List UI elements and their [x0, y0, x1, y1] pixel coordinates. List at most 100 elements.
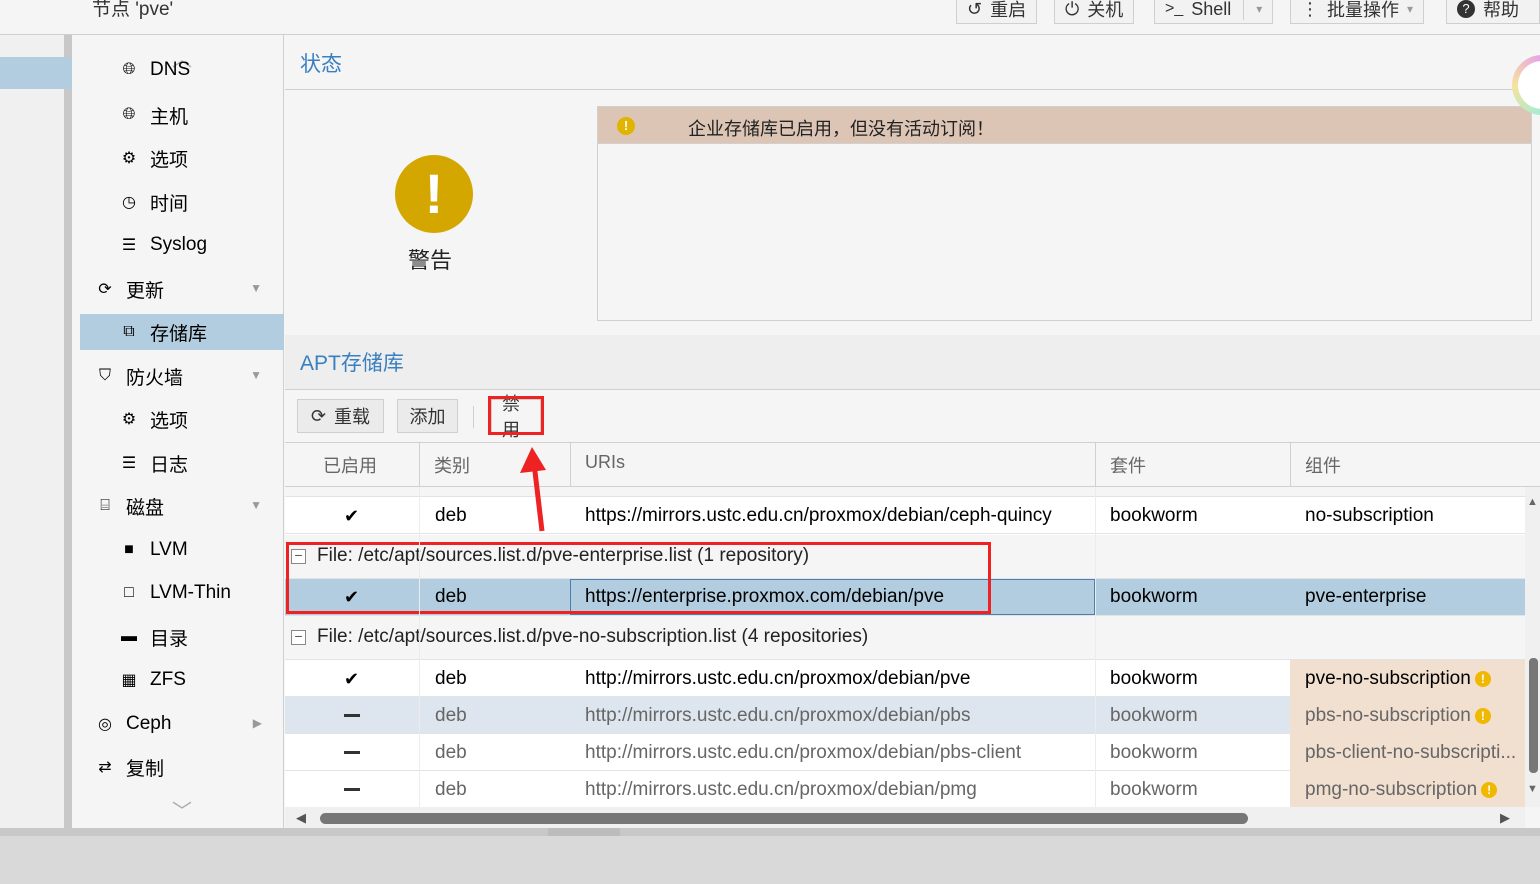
globe-icon: 🌐︎ — [122, 61, 136, 78]
scroll-down-icon[interactable]: ▼ — [1527, 783, 1538, 795]
nav-item-firewall-options[interactable]: ⚙ 选项 — [80, 401, 284, 437]
chevron-down-icon[interactable]: ﹀ — [172, 795, 192, 824]
annotation-highlight-box — [488, 396, 544, 435]
nav-item-syslog[interactable]: ☰ Syslog — [80, 227, 284, 263]
folder-icon: ▬ — [121, 628, 137, 645]
caret-down-icon: ▼ — [250, 281, 262, 295]
shell-label: Shell — [1191, 0, 1232, 19]
clock-icon: ◷ — [122, 194, 136, 211]
node-title: 节点 'pve' — [92, 0, 174, 20]
nav-item-label: DNS — [150, 59, 191, 80]
cell-suite: bookworm — [1110, 705, 1198, 726]
dash-icon — [344, 788, 360, 791]
cell-uri: http://mirrors.ustc.edu.cn/proxmox/debia… — [585, 742, 1022, 763]
terminal-icon: >_ — [1165, 0, 1184, 17]
toolbar-separator — [473, 406, 474, 428]
cell-type: deb — [435, 779, 467, 800]
nav-item-label: LVM — [150, 539, 188, 560]
column-header-uris[interactable]: URIs — [585, 452, 625, 473]
column-divider — [419, 487, 420, 807]
caret-right-icon: ▶ — [252, 716, 262, 730]
nav-item-label: 选项 — [150, 410, 189, 432]
resource-tree-strip — [0, 0, 72, 828]
ceph-icon: ◎ — [98, 716, 112, 733]
nav-item-replication[interactable]: ⇄ 复制 — [80, 749, 284, 785]
column-header-enabled[interactable]: 已启用 — [323, 452, 377, 478]
bulk-actions-button[interactable]: ⋮ 批量操作 ▾ — [1290, 0, 1425, 24]
list-icon: ☰ — [121, 455, 137, 472]
reload-label: 重载 — [334, 407, 371, 427]
resource-tree-selected-row[interactable] — [0, 57, 72, 89]
copy-icon: ⧉ — [123, 323, 135, 340]
nav-item-updates[interactable]: ⟳ 更新 ▼ — [80, 271, 284, 307]
chevron-down-icon: ▾ — [1407, 2, 1414, 16]
refresh-icon: ⟳ — [98, 281, 112, 298]
grid-icon: ▦ — [121, 672, 137, 689]
nav-item-lvm-thin[interactable]: □ LVM-Thin — [80, 575, 284, 611]
nav-item-disks[interactable]: ⌸ 磁盘 ▼ — [80, 488, 284, 524]
nav-item-firewall[interactable]: ⛉ 防火墙 ▼ — [80, 358, 284, 394]
scroll-right-icon[interactable]: ▶ — [1500, 810, 1510, 826]
column-header-suites[interactable]: 套件 — [1110, 452, 1146, 478]
help-button[interactable]: ? 帮助 — [1446, 0, 1540, 24]
cell-component: pve-no-subscription! — [1305, 668, 1491, 690]
nav-item-ceph[interactable]: ◎ Ceph ▶ — [80, 706, 284, 742]
collapse-icon[interactable]: − — [291, 629, 306, 645]
nav-item-firewall-log[interactable]: ☰ 日志 — [80, 445, 284, 481]
power-icon: ⏻ — [1065, 0, 1080, 19]
bottom-log-panel — [0, 828, 1540, 884]
shell-button[interactable]: >_ Shell ▾ — [1154, 0, 1274, 24]
scroll-up-icon[interactable]: ▲ — [1527, 496, 1538, 508]
reboot-label: 重启 — [990, 0, 1027, 20]
nav-item-repositories[interactable]: ⧉ 存储库 — [80, 314, 284, 350]
refresh-icon: ⟳ — [310, 405, 327, 426]
horizontal-scroll-thumb[interactable] — [320, 813, 1248, 824]
nav-item-label: ZFS — [150, 669, 186, 690]
scroll-left-icon[interactable]: ◀ — [296, 810, 306, 826]
cell-suite: bookworm — [1110, 668, 1198, 689]
cell-uri: http://mirrors.ustc.edu.cn/proxmox/debia… — [585, 668, 971, 689]
column-divider — [1095, 443, 1096, 487]
gear-icon: ⚙ — [121, 150, 137, 167]
cell-type: deb — [435, 668, 467, 689]
cell-component: pbs-no-subscription! — [1305, 705, 1491, 727]
retweet-icon: ⇄ — [98, 759, 112, 776]
add-button[interactable]: 添加 — [397, 399, 458, 433]
check-icon: ✔ — [344, 669, 360, 689]
warning-circle-icon: ! — [617, 117, 635, 135]
component-text: pve-no-subscription — [1305, 668, 1471, 689]
cell-component: pmg-no-subscription! — [1305, 779, 1498, 801]
cell-uri: http://mirrors.ustc.edu.cn/proxmox/debia… — [585, 705, 971, 726]
ellipsis-vertical-icon: ⋮ — [1301, 0, 1319, 19]
nav-item-dns[interactable]: 🌐︎ DNS — [80, 52, 284, 88]
component-text: pbs-no-subscription — [1305, 705, 1471, 726]
resize-handle[interactable] — [548, 828, 620, 836]
chevron-down-icon[interactable]: ▾ — [1256, 2, 1262, 16]
vertical-scroll-thumb[interactable] — [1529, 658, 1538, 773]
help-label: 帮助 — [1483, 0, 1519, 20]
shutdown-button[interactable]: ⏻ 关机 — [1054, 0, 1135, 24]
status-level-label: 警告 — [408, 248, 453, 273]
nav-item-lvm[interactable]: ■ LVM — [80, 532, 284, 568]
status-message-text: 企业存储库已启用，但没有活动订阅！ — [688, 119, 994, 139]
nav-item-time[interactable]: ◷ 时间 — [80, 184, 284, 220]
nav-item-label: 存储库 — [150, 323, 208, 345]
nav-item-label: 目录 — [150, 628, 189, 650]
cell-suite: bookworm — [1110, 742, 1198, 763]
dash-icon — [344, 714, 360, 717]
list-icon: ☰ — [121, 237, 137, 254]
reboot-button[interactable]: ↺ 重启 — [956, 0, 1038, 24]
reload-button[interactable]: ⟳ 重载 — [297, 399, 384, 433]
component-text: pmg-no-subscription — [1305, 779, 1478, 800]
cell-type: deb — [435, 505, 467, 526]
nav-item-options[interactable]: ⚙ 选项 — [80, 140, 284, 176]
column-header-type[interactable]: 类别 — [434, 452, 470, 478]
cell-component: pbs-client-no-subscripti... — [1305, 742, 1517, 763]
nav-item-hosts[interactable]: 🌐︎ 主机 — [80, 97, 284, 133]
grid-header — [285, 442, 1540, 487]
column-header-components[interactable]: 组件 — [1305, 452, 1341, 478]
nav-item-zfs[interactable]: ▦ ZFS — [80, 662, 284, 698]
undo-icon: ↺ — [967, 0, 983, 19]
nav-item-directory[interactable]: ▬ 目录 — [80, 619, 284, 655]
status-panel-header — [285, 35, 1540, 90]
